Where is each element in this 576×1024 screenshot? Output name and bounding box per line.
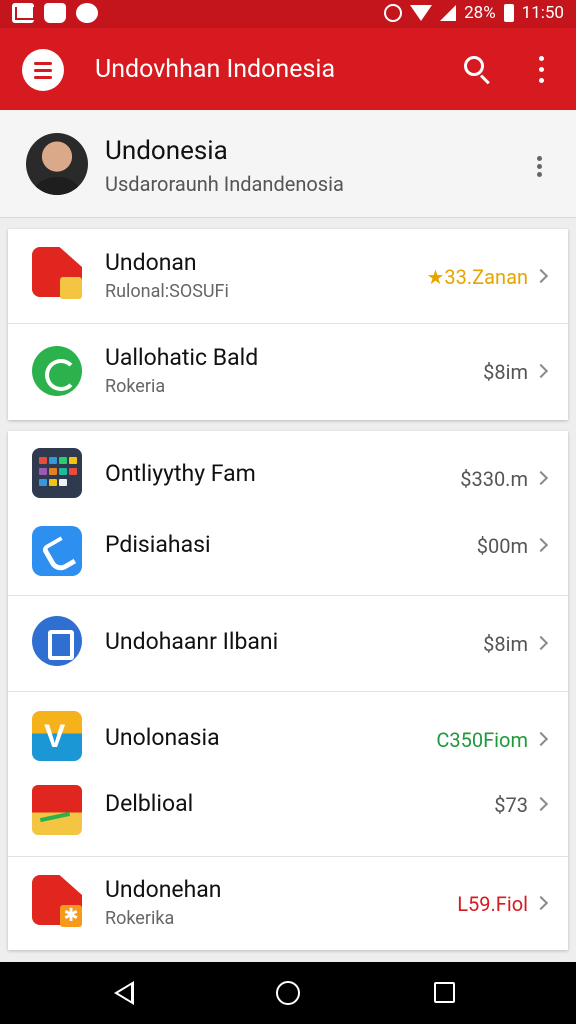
chevron-right-icon — [533, 363, 549, 379]
list-item[interactable]: Undonan Rulonal:SOSUFi ★33.Zanan — [8, 229, 568, 323]
home-icon[interactable] — [276, 981, 300, 1005]
item-title: Undohaanr Ilbani — [105, 628, 279, 655]
item-price: C350Fiom — [436, 728, 528, 752]
menu-button[interactable] — [22, 49, 64, 91]
item-title: Delblioal — [105, 790, 194, 817]
item-price: $8im — [483, 632, 528, 656]
profile-name: Undonesia — [105, 136, 228, 166]
shop-icon — [44, 3, 66, 23]
system-nav-bar — [0, 962, 576, 1024]
wifi-icon — [410, 5, 433, 21]
item-price: $8im — [483, 360, 528, 384]
document-app-icon — [32, 616, 82, 666]
avatar[interactable] — [26, 133, 88, 195]
item-title: Uallohatic Bald — [105, 344, 259, 371]
item-title: Undonehan — [105, 876, 222, 903]
battery-icon — [503, 4, 514, 22]
recent-apps-icon[interactable] — [434, 982, 455, 1003]
notification-icons — [12, 3, 98, 23]
item-title: Ontliyythy Fam — [105, 460, 256, 487]
note-badge-icon — [60, 277, 82, 299]
alarm-icon — [384, 4, 403, 22]
item-title: Pdisiahasi — [105, 531, 211, 558]
list-item[interactable]: Unolonasia C350Fiom — [8, 692, 568, 776]
item-subtitle: Rokeria — [105, 376, 166, 397]
item-price: $73 — [494, 793, 528, 817]
system-icons: 28% 11:50 — [384, 3, 564, 23]
list-item[interactable]: Ontliyythy Fam $330.m — [8, 431, 568, 513]
sync-app-icon — [32, 346, 82, 396]
back-icon[interactable] — [114, 981, 134, 1005]
profile-header[interactable]: Undonesia Usdaroraunh Indandenosia — [0, 110, 576, 218]
item-price: $330.m — [460, 467, 528, 491]
chevron-right-icon — [533, 796, 549, 812]
signal-icon — [440, 5, 457, 21]
item-title: Unolonasia — [105, 724, 220, 751]
profile-subtitle: Usdaroraunh Indandenosia — [105, 172, 344, 196]
messenger-icon — [76, 3, 98, 23]
chevron-right-icon — [533, 635, 549, 651]
search-icon[interactable] — [462, 54, 494, 86]
app-title: Undovhhan Indonesia — [95, 55, 336, 84]
clock: 11:50 — [521, 3, 564, 23]
v-app-icon — [32, 711, 82, 761]
list-item[interactable]: Uallohatic Bald Rokeria $8im — [8, 324, 568, 420]
item-subtitle: Rulonal:SOSUFi — [105, 281, 229, 302]
card-group-1: Undonan Rulonal:SOSUFi ★33.Zanan Ualloha… — [8, 229, 568, 420]
card-group-2: Ontliyythy Fam $330.m Pdisiahasi $00m Un… — [8, 431, 568, 950]
battery-level: 28% — [464, 3, 496, 23]
chevron-right-icon — [533, 537, 549, 553]
chevron-right-icon — [533, 895, 549, 911]
list-item[interactable]: Pdisiahasi $00m — [8, 513, 568, 595]
gmail-icon — [12, 3, 35, 23]
overflow-menu-icon[interactable] — [530, 54, 554, 86]
status-bar: 28% 11:50 — [0, 0, 576, 28]
item-price: $00m — [476, 534, 528, 558]
chevron-right-icon — [533, 268, 549, 284]
item-price: ★33.Zanan — [426, 265, 528, 289]
item-price: L59.Fiol — [457, 892, 528, 916]
chevron-right-icon — [533, 470, 549, 486]
profile-more-icon[interactable] — [532, 154, 548, 180]
chevron-right-icon — [533, 731, 549, 747]
doc-app-icon — [32, 785, 82, 835]
list-item[interactable]: Undohaanr Ilbani $8im — [8, 596, 568, 691]
app-bar: Undovhhan Indonesia — [0, 28, 576, 110]
star-badge-icon: ✱ — [60, 905, 82, 927]
calendar-grid-icon — [32, 448, 82, 498]
phone-icon — [32, 526, 82, 576]
list-item[interactable]: ✱ Undonehan Rokerika L59.Fiol — [8, 857, 568, 950]
item-subtitle: Rokerika — [105, 908, 175, 929]
list-item[interactable]: Delblioal $73 — [8, 776, 568, 856]
item-title: Undonan — [105, 249, 197, 276]
